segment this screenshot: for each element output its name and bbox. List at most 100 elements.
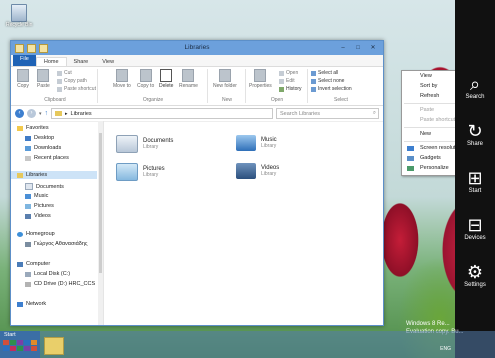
desktop-icon [25, 135, 31, 141]
recent-places-icon [25, 155, 31, 161]
open-group: Properties Open Edit History Open [247, 69, 308, 103]
up-arrow-icon[interactable]: ↑ [45, 110, 49, 117]
menu-paste[interactable]: Paste [420, 107, 434, 113]
nav-favorites[interactable]: Favorites [17, 125, 49, 131]
clipboard-group: Copy Paste Cut Copy path Paste shortcut … [13, 69, 98, 103]
back-button[interactable]: ‹ [15, 109, 24, 118]
paste-button[interactable]: Paste [37, 69, 50, 89]
properties-button[interactable]: Properties [249, 69, 272, 89]
menu-refresh[interactable]: Refresh [420, 93, 439, 99]
nav-computer[interactable]: Computer [17, 261, 50, 267]
content-pane: Documents Library Music Library Pictures Li… [106, 121, 383, 325]
menu-paste-shortcut[interactable]: Paste shortcut [420, 117, 455, 123]
paste-icon [37, 69, 50, 82]
organize-group: Move to Copy to Delete Rename Organize [99, 69, 208, 103]
select-none-button[interactable]: Select none [311, 78, 344, 84]
minimize-icon[interactable]: – [337, 43, 349, 52]
personalize-icon [407, 166, 414, 171]
nav-homegroup[interactable]: Homegroup [17, 231, 55, 237]
nav-scroll-thumb[interactable] [99, 133, 102, 273]
library-pictures[interactable]: Pictures Library [116, 163, 165, 181]
menu-new[interactable]: New [420, 131, 431, 137]
nav-recent-places[interactable]: Recent places [25, 155, 69, 161]
nav-cd-drive[interactable]: CD Drive (D:) HRC_CCS [25, 281, 95, 287]
nav-libraries[interactable]: Libraries [11, 171, 97, 179]
search-input[interactable]: Search Libraries ⌕ [276, 108, 379, 119]
menu-sort-by[interactable]: Sort by [420, 83, 437, 89]
menu-view[interactable]: View [420, 73, 432, 79]
menu-separator [404, 141, 458, 142]
close-icon[interactable]: ✕ [367, 43, 379, 52]
explorer-window: Libraries – □ ✕ File Home Share View Cop… [10, 40, 384, 326]
copy-button[interactable]: Copy [17, 69, 29, 89]
recent-locations-icon[interactable]: ▾ [39, 111, 42, 117]
search-charm-icon: ⌕ [469, 74, 481, 94]
charm-settings[interactable]: ⚙ Settings [455, 262, 495, 288]
menu-gadgets[interactable]: Gadgets [420, 155, 441, 161]
desktop-context-menu: View Sort by Refresh Paste Paste shortcu… [401, 70, 463, 176]
nav-downloads[interactable]: Downloads [25, 145, 61, 151]
nav-pictures[interactable]: Pictures [25, 203, 54, 209]
tab-view[interactable]: View [95, 58, 121, 66]
nav-homegroup-user[interactable]: Γιώργος Αθανασιάδης [25, 241, 88, 247]
edit-button[interactable]: Edit [279, 78, 295, 84]
path-text: Libraries [70, 110, 92, 117]
start-button[interactable]: Start [0, 331, 40, 358]
nav-scrollbar[interactable] [98, 121, 103, 325]
libraries-icon [17, 172, 23, 178]
copy-to-icon [139, 69, 152, 82]
history-button[interactable]: History [279, 86, 302, 92]
tab-share[interactable]: Share [67, 58, 96, 66]
documents-library-icon [116, 135, 138, 153]
properties-ribbon-icon [254, 69, 267, 82]
charm-start[interactable]: ⊞ Start [455, 168, 495, 194]
homegroup-icon [17, 231, 23, 237]
forward-button[interactable]: › [27, 109, 36, 118]
recycle-bin-icon[interactable]: Recycle Bin [6, 4, 32, 28]
address-bar: ‹ › ▾ ↑ ▸ Libraries Search Libraries ⌕ [11, 106, 383, 122]
menu-personalize[interactable]: Personalize [420, 165, 449, 171]
charm-devices[interactable]: ⊟ Devices [455, 215, 495, 241]
open-button[interactable]: Open [279, 70, 298, 76]
open-group-label: Open [270, 97, 284, 103]
file-explorer-taskbar-icon[interactable] [44, 337, 64, 355]
maximize-icon[interactable]: □ [352, 43, 364, 52]
path-box[interactable]: ▸ Libraries [51, 108, 273, 119]
nav-desktop[interactable]: Desktop [25, 135, 54, 141]
paste-shortcut-button[interactable]: Paste shortcut [57, 86, 96, 92]
new-folder-button[interactable]: New folder [213, 69, 237, 89]
library-music[interactable]: Music Library [236, 135, 277, 151]
music-library-icon [236, 135, 256, 151]
nav-network[interactable]: Network [17, 301, 46, 307]
recycle-bin-label: Recycle Bin [6, 22, 33, 28]
copy-path-button[interactable]: Copy path [57, 78, 87, 84]
move-to-icon [115, 69, 128, 82]
library-documents[interactable]: Documents Library [116, 135, 173, 153]
navigation-pane: Favorites Desktop Downloads Recent place… [11, 121, 104, 325]
search-icon: ⌕ [372, 110, 376, 116]
delete-button[interactable]: Delete [159, 69, 173, 89]
cut-button[interactable]: Cut [57, 70, 72, 76]
title-bar: Libraries – □ ✕ [11, 41, 383, 55]
nav-local-disk[interactable]: Local Disk (C:) [25, 271, 70, 277]
rename-button[interactable]: Rename [179, 69, 198, 89]
nav-music[interactable]: Music [25, 193, 48, 199]
tab-home[interactable]: Home [35, 57, 67, 66]
disk-icon [25, 271, 31, 277]
charm-search[interactable]: ⌕ Search [455, 74, 495, 100]
new-group-label: New [221, 97, 232, 103]
language-indicator[interactable]: ENG [440, 346, 451, 352]
nav-videos[interactable]: Videos [25, 213, 51, 219]
move-to-button[interactable]: Move to [113, 69, 131, 89]
tab-file[interactable]: File [13, 54, 36, 66]
select-all-button[interactable]: Select all [311, 70, 338, 76]
copy-to-button[interactable]: Copy to [137, 69, 154, 89]
star-icon [17, 125, 23, 131]
nav-documents[interactable]: Documents [25, 183, 64, 190]
charm-share[interactable]: ↻ Share [455, 121, 495, 147]
documents-icon [25, 183, 33, 190]
new-group: New folder New [209, 69, 246, 103]
library-videos[interactable]: Videos Library [236, 163, 279, 179]
share-charm-icon: ↻ [467, 121, 483, 141]
invert-selection-button[interactable]: Invert selection [311, 86, 352, 92]
